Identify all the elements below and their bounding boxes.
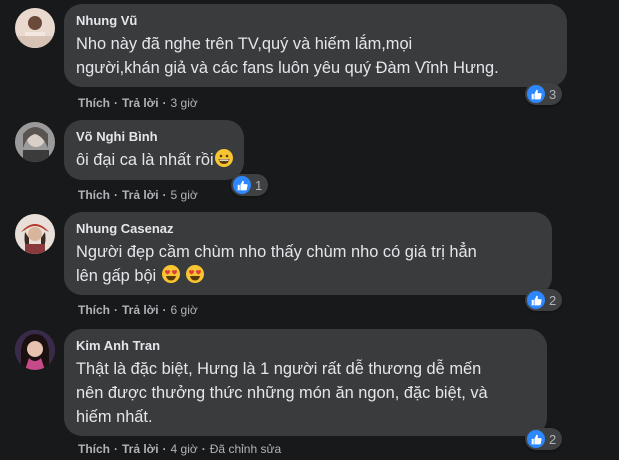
separator-dot: · (162, 188, 167, 202)
reaction-count: 2 (549, 292, 557, 308)
like-thumbs-up-icon (527, 291, 545, 309)
comment-text-line: Nho này đã nghe trên TV,quý và hiếm lắm,… (76, 35, 413, 53)
like-link[interactable]: Thích (78, 188, 110, 202)
comment-text-content: lên gấp bội (76, 267, 157, 285)
comment-timestamp[interactable]: 3 giờ (171, 96, 198, 110)
comment-actions: Thích · Trả lời · 6 giờ (78, 302, 198, 318)
comment-author[interactable]: Nhung Vũ (76, 12, 555, 29)
comment-text-line: lên gấp bội (76, 264, 540, 291)
separator-dot: · (114, 96, 118, 110)
comment-text-line: hiếm nhất. (76, 408, 153, 426)
comment-actions: Thích · Trả lời · 3 giờ (78, 95, 198, 111)
separator-dot: · (162, 303, 167, 317)
like-link[interactable]: Thích (78, 96, 110, 110)
reply-link[interactable]: Trả lời (122, 96, 159, 110)
comment-actions: Thích · Trả lời · 5 giờ (78, 187, 198, 203)
comment-thread: { "comments": [ { "author": "Nhung Vũ", … (0, 0, 619, 460)
comment-author[interactable]: Kim Anh Tran (76, 337, 535, 354)
comment-author[interactable]: Nhung Casenaz (76, 220, 540, 237)
comment-bubble: Võ Nghi Bình ôi đại ca là nhất rồi (64, 120, 244, 180)
separator-dot: · (201, 442, 206, 456)
comment-timestamp[interactable]: 6 giờ (171, 303, 198, 317)
comment-actions: Thích · Trả lời · 4 giờ · Đã chỉnh sửa (78, 441, 281, 457)
comment-text: ôi đại ca là nhất rồi (76, 148, 234, 175)
edited-label: Đã chỉnh sửa (209, 442, 282, 456)
avatar[interactable] (15, 8, 55, 48)
like-thumbs-up-icon (527, 85, 545, 103)
comment-timestamp[interactable]: 4 giờ (171, 442, 198, 456)
avatar[interactable] (15, 214, 55, 254)
separator-dot: · (162, 96, 167, 110)
comment-bubble: Nhung Casenaz Người đẹp cầm chùm nho thấ… (64, 212, 552, 295)
reply-link[interactable]: Trả lời (122, 442, 159, 456)
reaction-count: 2 (549, 431, 557, 447)
reaction-summary[interactable]: 2 (525, 289, 563, 311)
comment-timestamp[interactable]: 5 giờ (171, 188, 198, 202)
reaction-count: 1 (255, 177, 263, 193)
like-link[interactable]: Thích (78, 442, 110, 456)
comment-bubble: Kim Anh Tran Thật là đặc biệt, Hưng là 1… (64, 329, 547, 436)
comment-text-line: Thật là đặc biệt, Hưng là 1 người rất dễ… (76, 360, 482, 378)
separator-dot: · (114, 188, 118, 202)
reaction-summary[interactable]: 3 (525, 83, 563, 105)
avatar[interactable] (15, 330, 55, 370)
comment-text: Nho này đã nghe trên TV,quý và hiếm lắm,… (76, 32, 555, 80)
heart-eyes-face-emoji (161, 264, 181, 291)
like-link[interactable]: Thích (78, 303, 110, 317)
comment-text-line: nên được thưởng thức những món ăn ngon, … (76, 384, 488, 402)
reaction-count: 3 (549, 86, 557, 102)
reaction-summary[interactable]: 1 (231, 174, 269, 196)
comment-text-line: Người đẹp cầm chùm nho thấy chùm nho có … (76, 243, 477, 261)
separator-dot: · (162, 442, 167, 456)
heart-eyes-face-emoji (185, 264, 205, 291)
comment-text-content: ôi đại ca là nhất rồi (76, 151, 214, 169)
comment-text: Thật là đặc biệt, Hưng là 1 người rất dễ… (76, 357, 535, 429)
avatar[interactable] (15, 122, 55, 162)
reply-link[interactable]: Trả lời (122, 303, 159, 317)
reaction-summary[interactable]: 2 (525, 428, 563, 450)
comment-bubble: Nhung Vũ Nho này đã nghe trên TV,quý và … (64, 4, 567, 87)
reply-link[interactable]: Trả lời (122, 188, 159, 202)
grinning-face-emoji (214, 148, 234, 175)
like-thumbs-up-icon (527, 430, 545, 448)
separator-dot: · (114, 303, 118, 317)
like-thumbs-up-icon (233, 176, 251, 194)
comment-author[interactable]: Võ Nghi Bình (76, 128, 232, 145)
separator-dot: · (114, 442, 118, 456)
comment-text-line: ôi đại ca là nhất rồi (76, 148, 234, 175)
comment-text: Người đẹp cầm chùm nho thấy chùm nho có … (76, 240, 540, 291)
comment-text-line: người,khán giả và các fans luôn yêu quý … (76, 59, 499, 77)
